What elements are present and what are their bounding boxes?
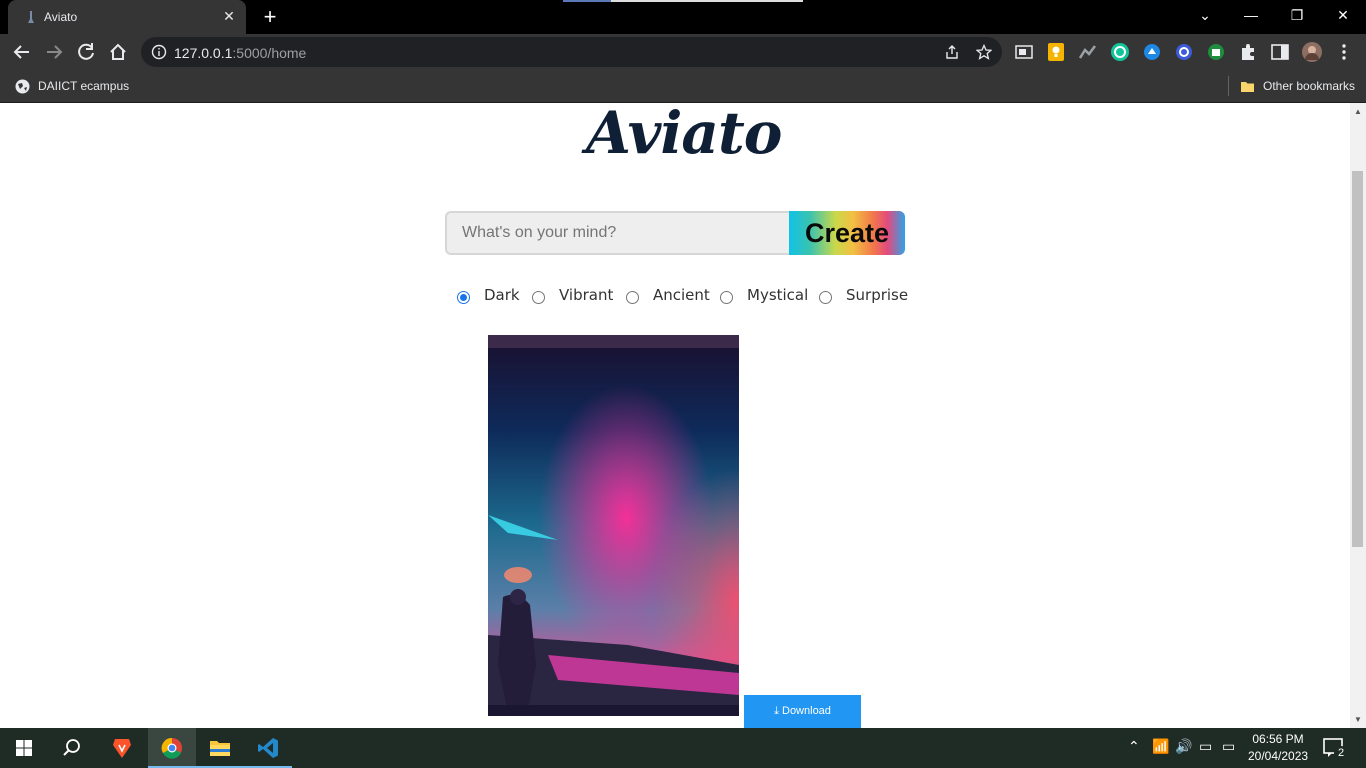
green-extension-icon[interactable] [1206,42,1226,62]
scrollbar-thumb[interactable] [1352,171,1363,547]
radio-label-mystical: Mystical [747,286,809,304]
side-panel-icon[interactable] [1270,42,1290,62]
page-content: Aviato Create Dark Vibrant Ancient Mysti… [0,103,1350,728]
scroll-down-icon[interactable]: ▼ [1354,715,1362,724]
generated-artwork [488,335,739,716]
tray-chevron-up-icon[interactable]: ⌃ [1128,738,1140,755]
radio-surprise[interactable] [819,291,832,304]
create-button[interactable]: Create [789,211,905,255]
meet-icon[interactable]: ▭ [1199,738,1212,755]
download-button[interactable]: ⤓ Download [744,695,861,728]
radio-label-vibrant: Vibrant [559,286,614,304]
clock-time: 06:56 PM [1252,732,1304,746]
drag-strip [563,0,803,2]
browser-tab[interactable]: Aviato ✕ [8,0,246,34]
close-window-button[interactable]: ✕ [1320,0,1366,30]
bookmark-label: Other bookmarks [1263,79,1356,93]
reload-button[interactable] [72,38,100,66]
battery-icon[interactable]: ▭ [1222,738,1235,755]
aviato-logo: Aviato [586,103,782,167]
notifications-button[interactable]: 2 [1322,736,1348,760]
extensions-puzzle-icon[interactable] [1238,42,1258,62]
bookmark-label: DAIICT ecampus [38,79,130,93]
forward-button[interactable] [40,38,68,66]
tab-favicon-icon [28,11,34,23]
bookmark-other[interactable]: Other bookmarks [1240,77,1355,95]
cloud-extension-icon[interactable] [1142,42,1162,62]
taskbar-file-explorer[interactable] [196,728,244,768]
folder-icon [210,741,230,756]
search-icon [63,739,80,756]
browser-titlebar: Aviato ✕ + ⌄ — ❐ ✕ [0,0,1366,34]
wifi-icon[interactable]: 📶 [1152,738,1169,755]
radio-dark[interactable] [457,291,470,304]
url-text: 127.0.0.1:5000/home [174,45,306,61]
back-button[interactable] [8,38,36,66]
generated-image [488,335,739,716]
keep-extension-icon[interactable] [1046,42,1066,62]
reload-icon [78,43,94,60]
taskbar-chrome[interactable] [148,728,196,768]
tab-title: Aviato [44,10,78,24]
clock-date: 20/04/2023 [1248,749,1309,763]
tab-search-icon[interactable]: ⌄ [1182,0,1228,30]
radio-mystical[interactable] [720,291,733,304]
menu-kebab-icon[interactable] [1334,42,1354,62]
minimize-button[interactable]: — [1228,0,1274,30]
brave-browser-icon [113,739,131,758]
globe-icon [15,79,30,94]
volume-icon[interactable]: 🔊 [1175,738,1192,755]
url-host: 127.0.0.1 [174,45,233,61]
grammarly-icon[interactable] [1110,42,1130,62]
target-extension-icon[interactable] [1174,42,1194,62]
share-icon[interactable] [944,44,960,60]
radio-label-surprise: Surprise [846,286,909,304]
browser-toolbar: 127.0.0.1:5000/home [0,34,1366,70]
download-icon: ⤓ [774,705,782,717]
bookmarks-bar: DAIICT ecampus Other bookmarks [0,70,1366,103]
bookmarks-divider [1228,76,1229,96]
windows-logo-icon [16,740,32,756]
prompt-input[interactable] [445,211,793,255]
page-scrollbar[interactable]: ▲ ▼ [1350,103,1366,728]
download-label: Download [782,705,831,717]
chrome-icon [161,737,182,759]
forward-arrow-icon [47,45,63,59]
restore-button[interactable]: ❐ [1274,0,1320,30]
bookmark-daiict[interactable]: DAIICT ecampus [15,77,129,95]
windows-taskbar: ⌃ 📶 🔊 ▭ ▭ 06:56 PM 20/04/2023 2 [0,728,1366,768]
home-button[interactable] [104,38,132,66]
address-bar[interactable]: 127.0.0.1:5000/home [141,37,1002,67]
analytics-extension-icon[interactable] [1078,42,1098,62]
home-icon [110,43,126,60]
prompt-form: Create [445,211,905,255]
new-tab-button[interactable]: + [258,6,282,30]
folder-icon [1241,82,1254,93]
start-button[interactable] [0,728,48,768]
radio-vibrant[interactable] [532,291,545,304]
tab-capture-icon[interactable] [1014,42,1034,62]
radio-ancient[interactable] [626,291,639,304]
tab-close-icon[interactable]: ✕ [220,7,238,25]
scroll-up-icon[interactable]: ▲ [1354,107,1362,116]
radio-label-ancient: Ancient [653,286,710,304]
bookmark-star-icon[interactable] [976,44,992,60]
notification-count-badge: 2 [1334,746,1348,760]
radio-label-dark: Dark [484,286,520,304]
vscode-icon [258,738,278,758]
profile-avatar[interactable] [1302,42,1322,62]
taskbar-clock[interactable]: 06:56 PM 20/04/2023 [1248,731,1308,765]
taskbar-brave[interactable] [98,728,146,768]
search-button[interactable] [48,728,96,768]
back-arrow-icon [13,45,29,59]
site-info-icon[interactable] [151,44,167,60]
url-path: :5000/home [232,45,307,61]
taskbar-vscode[interactable] [244,728,292,768]
